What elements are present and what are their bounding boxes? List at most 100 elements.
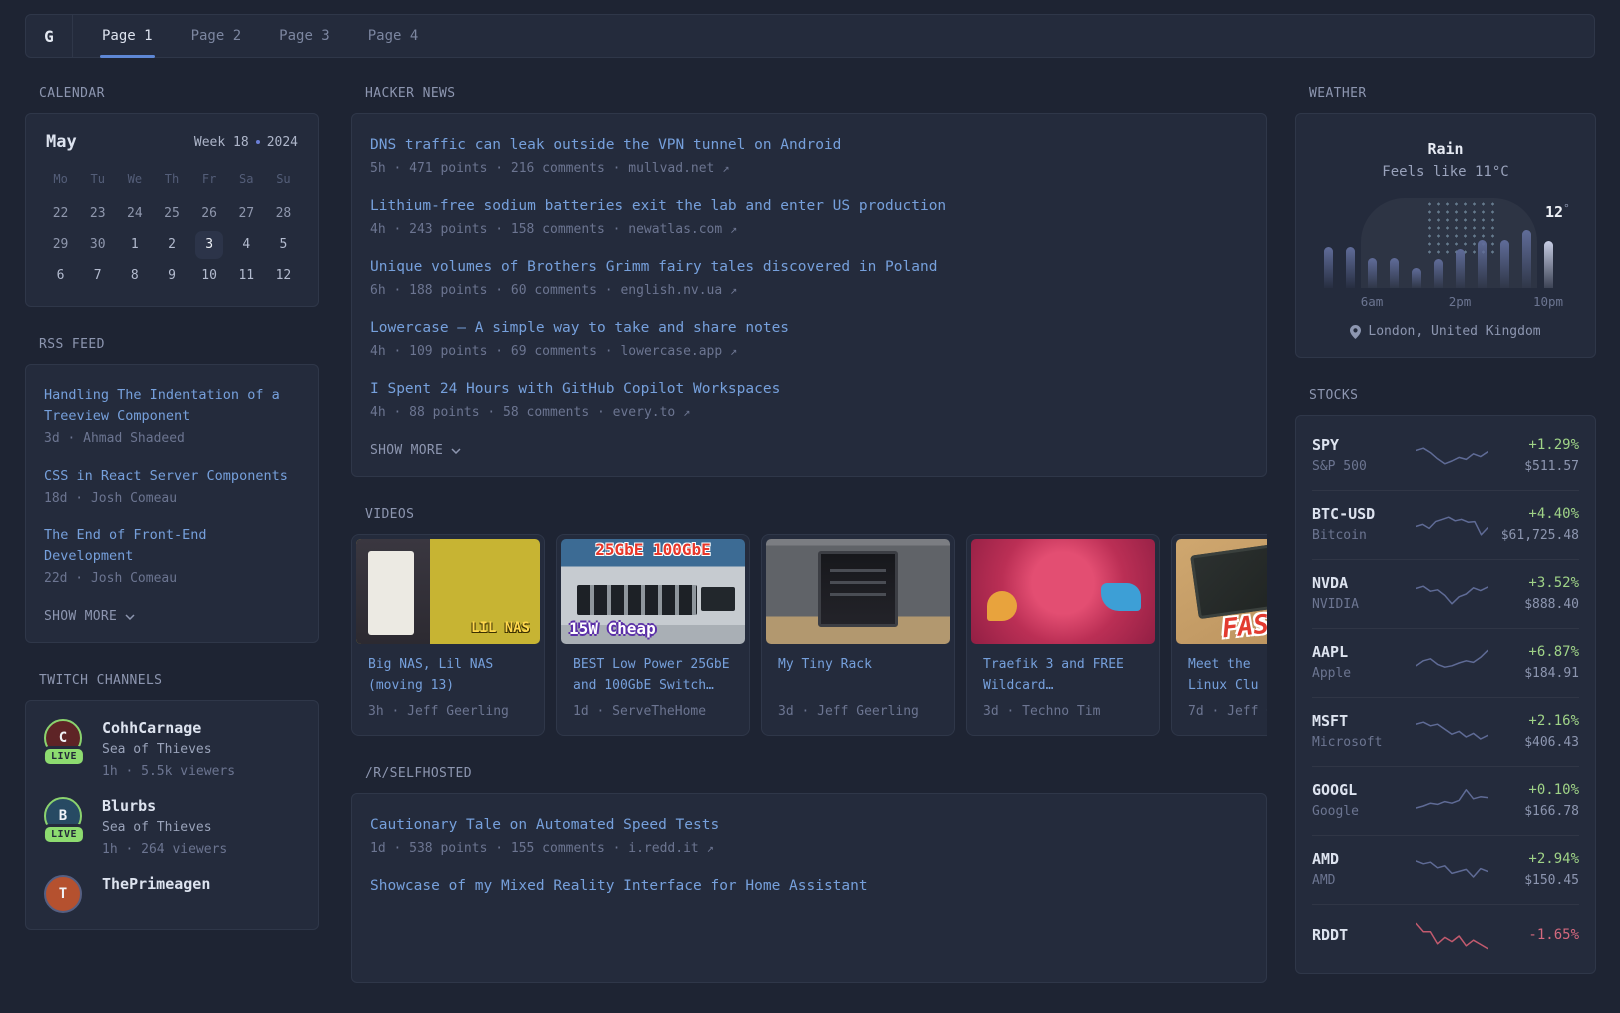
video-thumbnail[interactable]: [766, 539, 950, 644]
feed-item-domain-link[interactable]: lowercase.app ↗: [620, 344, 737, 359]
feed-item-title[interactable]: DNS traffic can leak outside the VPN tun…: [370, 134, 841, 156]
nav-tab[interactable]: Page 1: [96, 15, 159, 57]
video-title[interactable]: Traefik 3 and FREE Wildcard…: [983, 654, 1143, 696]
video-card[interactable]: LIL NAS Big NAS, Lil NAS (moving 13) 3h …: [351, 534, 545, 736]
show-more-button[interactable]: SHOW MORE: [44, 609, 135, 624]
video-card[interactable]: Traefik 3 and FREE Wildcard… 3d · Techno…: [966, 534, 1160, 736]
twitch-card: C LIVE CohhCarnage Sea of Thieves 1h · 5…: [25, 700, 319, 930]
stock-symbol[interactable]: AAPL: [1312, 642, 1416, 662]
video-title[interactable]: Big NAS, Lil NAS (moving 13): [368, 654, 528, 696]
calendar-day[interactable]: 11: [232, 262, 260, 290]
video-title[interactable]: BEST Low Power 25GbE and 100GbE Switch…: [573, 654, 733, 696]
calendar-day[interactable]: 25: [158, 200, 186, 228]
feed-item-title[interactable]: Lithium-free sodium batteries exit the l…: [370, 195, 946, 217]
twitch-channel-name[interactable]: ThePrimeagen: [102, 873, 210, 895]
stock-symbol[interactable]: MSFT: [1312, 711, 1416, 731]
video-thumbnail[interactable]: LIL NAS: [356, 539, 540, 644]
stock-row[interactable]: GOOGL Google +0.10% $166.78: [1312, 766, 1579, 835]
calendar-day[interactable]: 22: [47, 200, 75, 228]
page-tabs: Page 1 Page 2 Page 3 Page 4: [83, 15, 437, 57]
external-link-icon: ↗: [683, 405, 690, 419]
app-logo[interactable]: G: [26, 15, 72, 57]
feed-item-domain-link[interactable]: mullvad.net ↗: [628, 161, 729, 176]
video-card[interactable]: FAS Meet the Linux Clu 7d · Jeff Geerlin…: [1171, 534, 1267, 736]
video-card[interactable]: 25GbE 100GbE 15W Cheap BEST Low Power 25…: [556, 534, 750, 736]
calendar-day[interactable]: 12: [269, 262, 297, 290]
rss-item-title[interactable]: The End of Front-End Development: [44, 525, 300, 567]
weather-bar: [1434, 259, 1443, 288]
stock-row[interactable]: BTC-USD Bitcoin +4.40% $61,725.48: [1312, 490, 1579, 559]
stock-row[interactable]: RDDT -1.65%: [1312, 904, 1579, 967]
nav-tab[interactable]: Page 3: [273, 15, 336, 57]
calendar-day[interactable]: 27: [232, 200, 260, 228]
show-more-button[interactable]: SHOW MORE: [370, 443, 461, 458]
stock-row[interactable]: NVDA NVIDIA +3.52% $888.40: [1312, 559, 1579, 628]
feed-item-title[interactable]: Showcase of my Mixed Reality Interface f…: [370, 875, 868, 897]
rss-item-title[interactable]: CSS in React Server Components: [44, 466, 288, 487]
external-link-icon: ↗: [730, 283, 737, 297]
calendar-day[interactable]: 4: [232, 231, 260, 259]
nav-tab[interactable]: Page 4: [362, 15, 425, 57]
nav-tab[interactable]: Page 2: [185, 15, 248, 57]
feed-item-meta-text: 4h · 109 points · 69 comments ·: [370, 344, 613, 359]
feed-item-title[interactable]: Lowercase – A simple way to take and sha…: [370, 317, 789, 339]
weather-hour-label: 2pm: [1449, 294, 1472, 309]
weather-condition: Rain: [1312, 140, 1579, 158]
video-title[interactable]: Meet the Linux Clu: [1188, 654, 1267, 696]
calendar-day[interactable]: 2: [158, 231, 186, 259]
weather-hour-label: 6am: [1361, 294, 1384, 309]
twitch-channel-row: T ThePrimeagen: [44, 873, 300, 913]
stock-labels: AMD AMD: [1312, 849, 1416, 891]
video-meta: 3d · Jeff Geerling: [778, 704, 938, 719]
calendar-day[interactable]: 1: [121, 231, 149, 259]
video-card[interactable]: My Tiny Rack 3d · Jeff Geerling: [761, 534, 955, 736]
stock-row[interactable]: SPY S&P 500 +1.29% $511.57: [1312, 422, 1579, 490]
stock-symbol[interactable]: BTC-USD: [1312, 504, 1416, 524]
twitch-game[interactable]: Sea of Thieves: [102, 739, 235, 761]
feed-item-domain-link[interactable]: english.nv.ua ↗: [620, 283, 737, 298]
feed-item-domain-link[interactable]: every.to ↗: [613, 405, 691, 420]
twitch-channel-name[interactable]: CohhCarnage: [102, 717, 235, 739]
stock-symbol[interactable]: GOOGL: [1312, 780, 1416, 800]
video-thumbnail[interactable]: FAS: [1176, 539, 1267, 644]
section-title-selfhosted: /R/SELFHOSTED: [365, 766, 1267, 781]
calendar-year: 2024: [267, 135, 298, 150]
calendar-day[interactable]: 3: [195, 231, 223, 259]
calendar-day[interactable]: 28: [269, 200, 297, 228]
calendar-day[interactable]: 7: [84, 262, 112, 290]
twitch-channel-row: C LIVE CohhCarnage Sea of Thieves 1h · 5…: [44, 717, 300, 783]
calendar-day[interactable]: 5: [269, 231, 297, 259]
calendar-day[interactable]: 9: [158, 262, 186, 290]
calendar-day[interactable]: 10: [195, 262, 223, 290]
feed-item-title[interactable]: Unique volumes of Brothers Grimm fairy t…: [370, 256, 937, 278]
calendar-day[interactable]: 8: [121, 262, 149, 290]
calendar-day[interactable]: 23: [84, 200, 112, 228]
calendar-day[interactable]: 24: [121, 200, 149, 228]
rss-item-title[interactable]: Handling The Indentation of a Treeview C…: [44, 385, 300, 427]
calendar-day[interactable]: 29: [47, 231, 75, 259]
feed-item-domain-link[interactable]: i.redd.it ↗: [628, 841, 714, 856]
stock-row[interactable]: AMD AMD +2.94% $150.45: [1312, 835, 1579, 904]
video-title[interactable]: My Tiny Rack: [778, 654, 938, 696]
stock-price: $184.91: [1524, 664, 1579, 684]
degree-symbol: °: [1563, 202, 1570, 215]
twitch-channel-name[interactable]: Blurbs: [102, 795, 227, 817]
calendar-day[interactable]: 26: [195, 200, 223, 228]
stock-row[interactable]: MSFT Microsoft +2.16% $406.43: [1312, 697, 1579, 766]
video-thumbnail[interactable]: 25GbE 100GbE 15W Cheap: [561, 539, 745, 644]
stock-labels: SPY S&P 500: [1312, 435, 1416, 477]
video-thumbnail[interactable]: [971, 539, 1155, 644]
stock-symbol[interactable]: RDDT: [1312, 925, 1416, 945]
stock-row[interactable]: AAPL Apple +6.87% $184.91: [1312, 628, 1579, 697]
weather-bar: [1456, 249, 1465, 288]
feed-item-domain-link[interactable]: newatlas.com ↗: [628, 222, 737, 237]
feed-item-title[interactable]: I Spent 24 Hours with GitHub Copilot Wor…: [370, 378, 780, 400]
stock-symbol[interactable]: SPY: [1312, 435, 1416, 455]
stock-symbol[interactable]: AMD: [1312, 849, 1416, 869]
video-meta: 7d · Jeff Geerling: [1188, 704, 1267, 719]
calendar-day[interactable]: 30: [84, 231, 112, 259]
stock-symbol[interactable]: NVDA: [1312, 573, 1416, 593]
feed-item-title[interactable]: Cautionary Tale on Automated Speed Tests: [370, 814, 719, 836]
calendar-day[interactable]: 6: [47, 262, 75, 290]
twitch-game[interactable]: Sea of Thieves: [102, 817, 227, 839]
